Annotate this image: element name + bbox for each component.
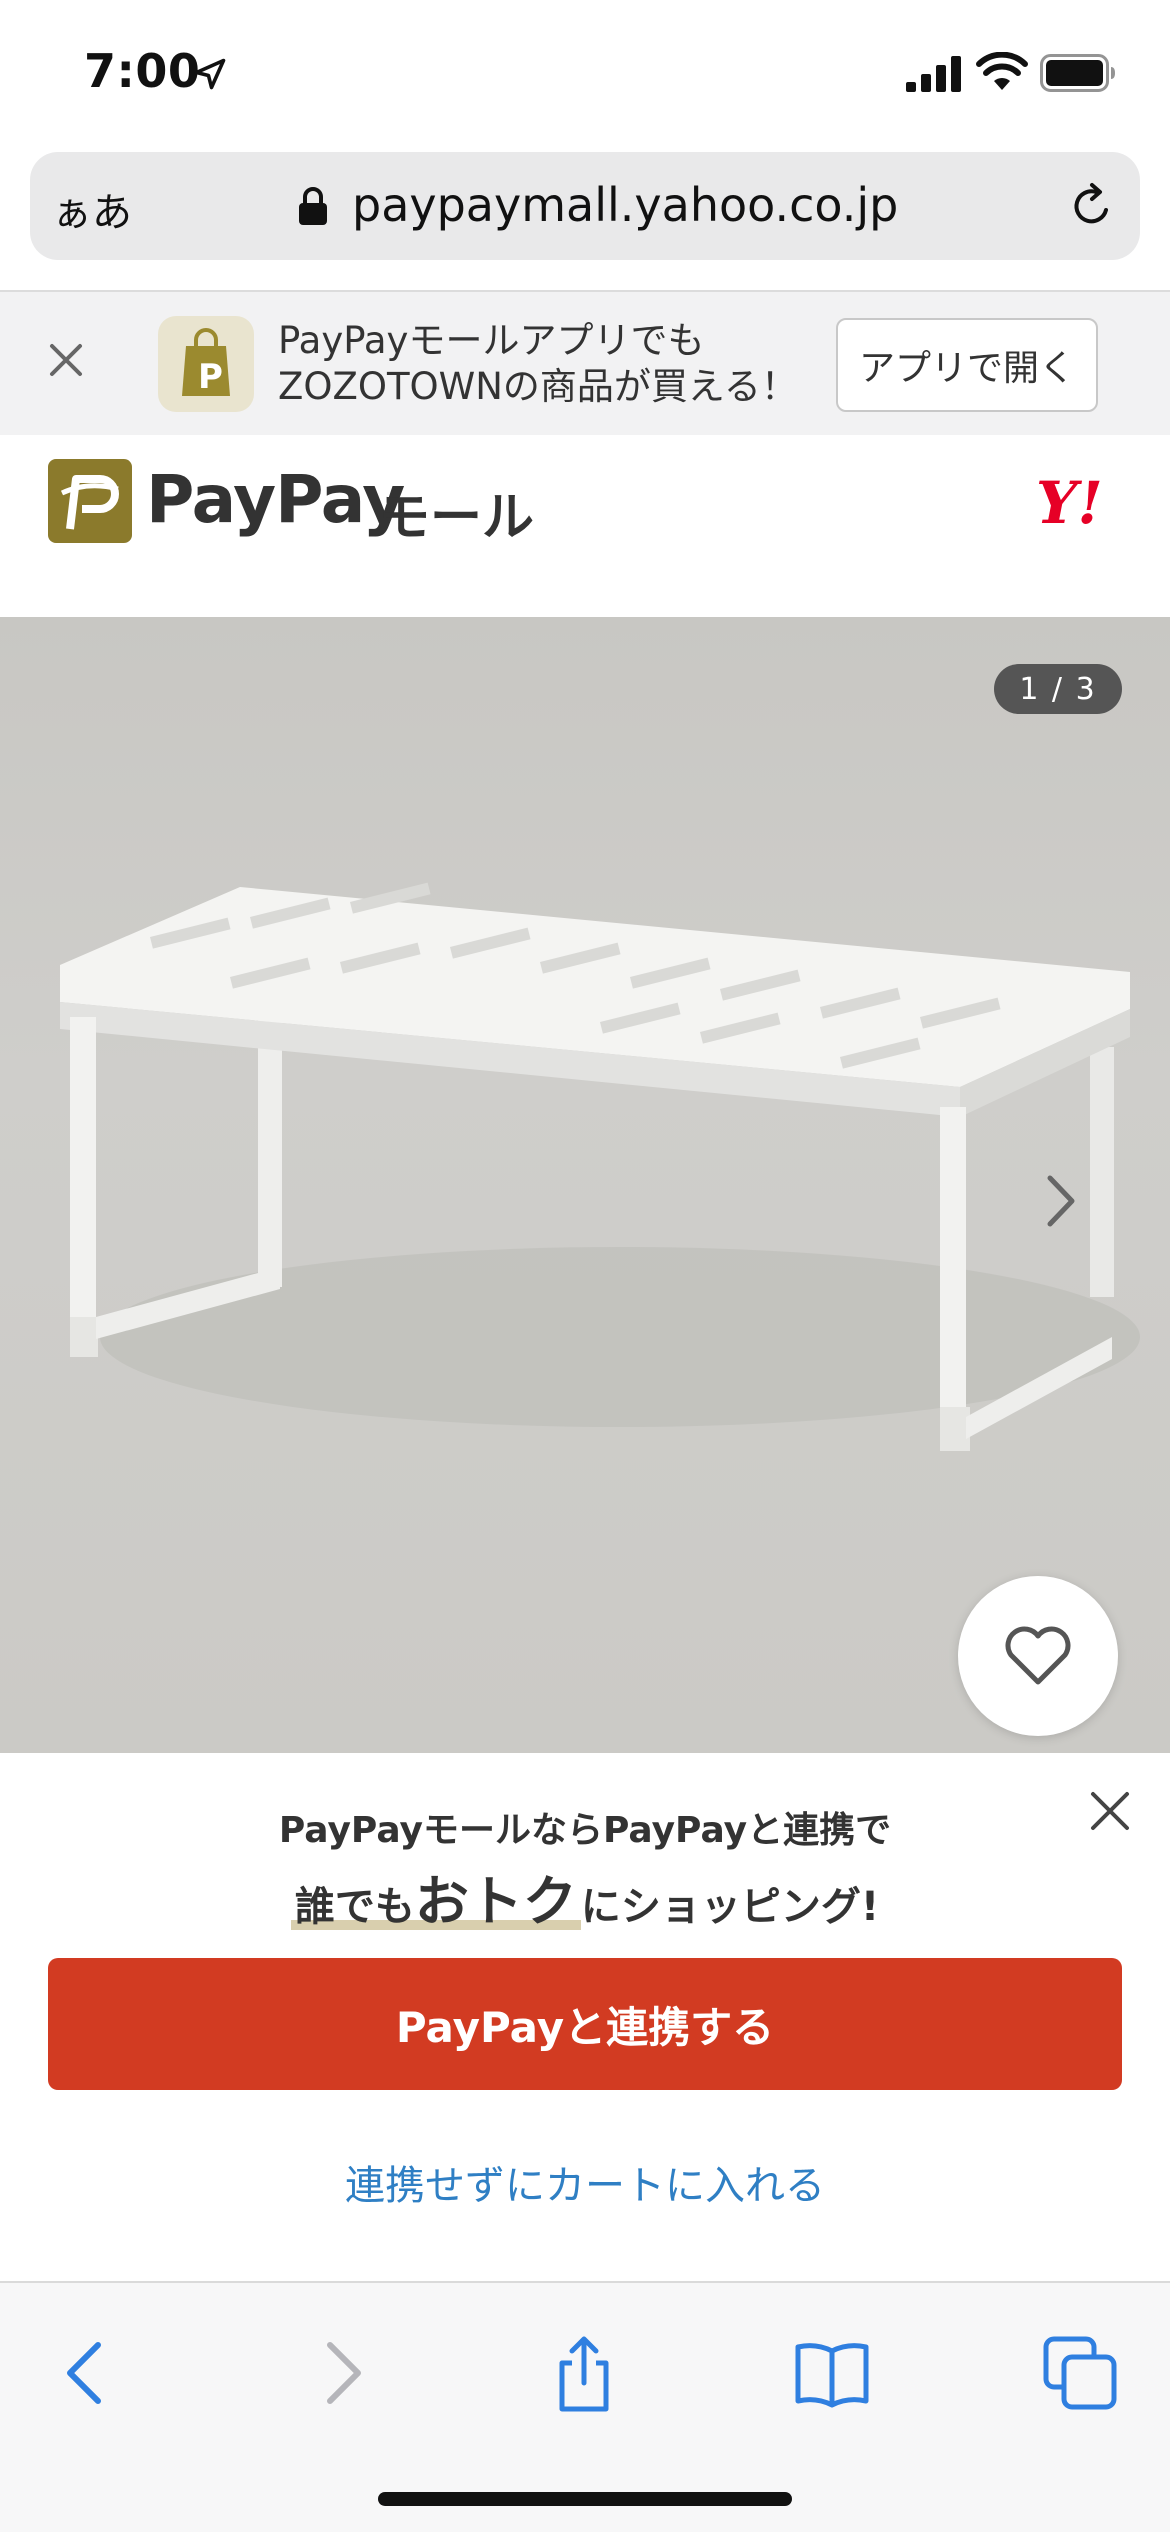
banner-message: PayPayモールアプリでも ZOZOTOWNの商品が買える！ bbox=[278, 318, 798, 410]
panel-prefix: 誰でもおトク bbox=[290, 1870, 581, 1933]
svg-text:P: P bbox=[198, 357, 223, 397]
link-paypay-button[interactable]: PayPayと連携する bbox=[48, 1958, 1122, 2090]
reload-icon[interactable] bbox=[1066, 180, 1118, 232]
product-photo bbox=[60, 882, 1140, 1451]
close-icon[interactable] bbox=[44, 338, 88, 382]
battery-icon bbox=[1040, 54, 1115, 92]
tabs-icon[interactable] bbox=[1040, 2333, 1120, 2413]
status-time: 7:00 bbox=[84, 44, 201, 98]
app-icon: P bbox=[158, 316, 254, 412]
logo-text: PayPay bbox=[146, 461, 405, 538]
home-indicator[interactable] bbox=[378, 2492, 792, 2506]
image-counter-badge: 1 / 3 bbox=[994, 664, 1122, 714]
status-bar: 7:00 bbox=[0, 0, 1170, 140]
smart-app-banner: P PayPayモールアプリでも ZOZOTOWNの商品が買える！ アプリで開く bbox=[0, 290, 1170, 435]
bookmarks-icon[interactable] bbox=[792, 2333, 872, 2413]
paypay-logo-icon[interactable] bbox=[48, 459, 132, 543]
open-in-app-button[interactable]: アプリで開く bbox=[836, 318, 1098, 412]
banner-line-2: ZOZOTOWNの商品が買える！ bbox=[278, 365, 798, 408]
wifi-icon bbox=[976, 52, 1028, 90]
product-image-carousel[interactable] bbox=[0, 617, 1170, 1753]
back-icon[interactable] bbox=[48, 2333, 128, 2413]
yahoo-logo[interactable]: Y! bbox=[1036, 469, 1103, 537]
share-icon[interactable] bbox=[544, 2333, 624, 2413]
panel-headline: PayPayモールならPayPayと連携で bbox=[278, 1810, 892, 1851]
panel-suffix: にショッピング! bbox=[580, 1884, 880, 1930]
screen: 7:00 ぁあ paypaymall.yahoo.co.jp P PayPayモ… bbox=[0, 0, 1170, 2532]
chevron-right-icon[interactable] bbox=[1040, 1170, 1082, 1232]
lock-icon bbox=[299, 187, 327, 225]
address-bar[interactable]: ぁあ paypaymall.yahoo.co.jp bbox=[30, 152, 1140, 260]
banner-line-1: PayPayモールアプリでも bbox=[278, 319, 705, 362]
add-to-cart-without-linking-link[interactable]: 連携せずにカートに入れる bbox=[0, 2153, 1170, 2211]
cellular-signal-icon bbox=[906, 56, 961, 92]
site-header: PayPay モール Y! bbox=[0, 435, 1170, 617]
panel-prefix-text: 誰でも bbox=[294, 1884, 415, 1930]
forward-icon[interactable] bbox=[300, 2333, 380, 2413]
panel-emphasis: おトク bbox=[414, 1870, 577, 1933]
url-text[interactable]: paypaymall.yahoo.co.jp bbox=[352, 178, 898, 232]
favorite-button[interactable] bbox=[958, 1576, 1118, 1736]
text-size-button[interactable]: ぁあ bbox=[52, 180, 132, 238]
paypay-link-panel: PayPayモールならPayPayと連携で 誰でもおトク にショッピング! Pay… bbox=[0, 1753, 1170, 2281]
heart-icon bbox=[1005, 1626, 1071, 1685]
location-arrow-icon bbox=[194, 58, 226, 90]
logo-subtext: モール bbox=[378, 488, 535, 548]
panel-subheadline: 誰でもおトク にショッピング! bbox=[0, 1857, 1170, 1936]
